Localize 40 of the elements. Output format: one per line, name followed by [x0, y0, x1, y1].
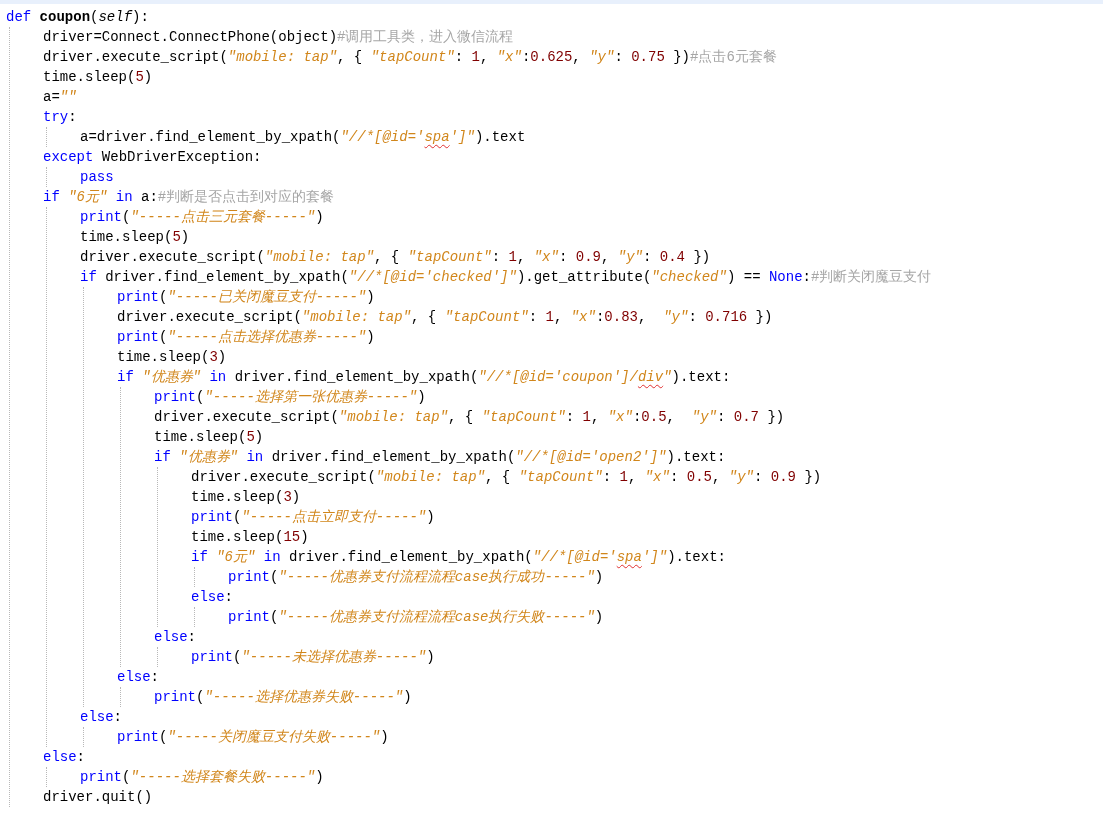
code-line: else: [117, 668, 159, 687]
code-line: pass [80, 168, 114, 187]
code-line: if driver.find_element_by_xpath("//*[@id='checked']").get_attribute("checked") == None:#判断关闭魔豆支付 [80, 268, 932, 287]
code-line: print("-----点击选择优惠券-----") [117, 328, 375, 347]
code-line: print("-----已关闭魔豆支付-----") [117, 288, 375, 307]
code-line: time.sleep(3) [117, 348, 227, 367]
code-line: print("-----选择套餐失败-----") [80, 768, 324, 787]
code-line: driver.execute_script("mobile: tap", { "tapCount": 1, "x":0.5, "y": 0.7 }) [154, 408, 785, 427]
code-line: def coupon(self): [6, 8, 149, 27]
code-line: if "6元" in driver.find_element_by_xpath("//*[@id='spa']").text: [191, 548, 726, 567]
code-line: print("-----未选择优惠券-----") [191, 648, 435, 667]
code-line: print("-----优惠券支付流程流程case执行失败-----") [228, 608, 604, 627]
code-line: if "6元" in a:#判断是否点击到对应的套餐 [43, 188, 335, 207]
code-line: print("-----点击立即支付-----") [191, 508, 435, 527]
code-line: print("-----选择优惠券失败-----") [154, 688, 412, 707]
code-line: else: [80, 708, 122, 727]
code-line: time.sleep(5) [80, 228, 190, 247]
code-line: try: [43, 108, 77, 127]
code-line: a=driver.find_element_by_xpath("//*[@id='spa']").text [80, 128, 526, 147]
code-line: time.sleep(3) [191, 488, 301, 507]
code-line: if "优惠券" in driver.find_element_by_xpath("//*[@id='open2']").text: [154, 448, 726, 467]
code-line: driver.execute_script("mobile: tap", { "tapCount": 1, "x":0.625, "y": 0.75 })#点击6元套餐 [43, 48, 777, 67]
code-line: driver.execute_script("mobile: tap", { "tapCount": 1, "x": 0.5, "y": 0.9 }) [191, 468, 822, 487]
code-line: print("-----点击三元套餐-----") [80, 208, 324, 227]
code-line: driver.execute_script("mobile: tap", { "tapCount": 1, "x": 0.9, "y": 0.4 }) [80, 248, 711, 267]
code-line: a="" [43, 88, 77, 107]
code-line: time.sleep(5) [154, 428, 264, 447]
code-line: else: [43, 748, 85, 767]
code-line: print("-----优惠券支付流程流程case执行成功-----") [228, 568, 604, 587]
code-line: time.sleep(15) [191, 528, 309, 547]
code-line: driver.quit() [43, 788, 153, 807]
code-line: driver=Connect.ConnectPhone(object)#调用工具类，进入微信流程 [43, 28, 514, 47]
code-line: else: [191, 588, 233, 607]
code-line: if "优惠券" in driver.find_element_by_xpath("//*[@id='coupon']/div").text: [117, 368, 731, 387]
code-line: print("-----关闭魔豆支付失败-----") [117, 728, 389, 747]
code-line: time.sleep(5) [43, 68, 153, 87]
code-line: else: [154, 628, 196, 647]
code-line: print("-----选择第一张优惠券-----") [154, 388, 426, 407]
code-line: except WebDriverException: [43, 148, 262, 167]
code-line: driver.execute_script("mobile: tap", { "tapCount": 1, "x":0.83, "y": 0.716 }) [117, 308, 773, 327]
